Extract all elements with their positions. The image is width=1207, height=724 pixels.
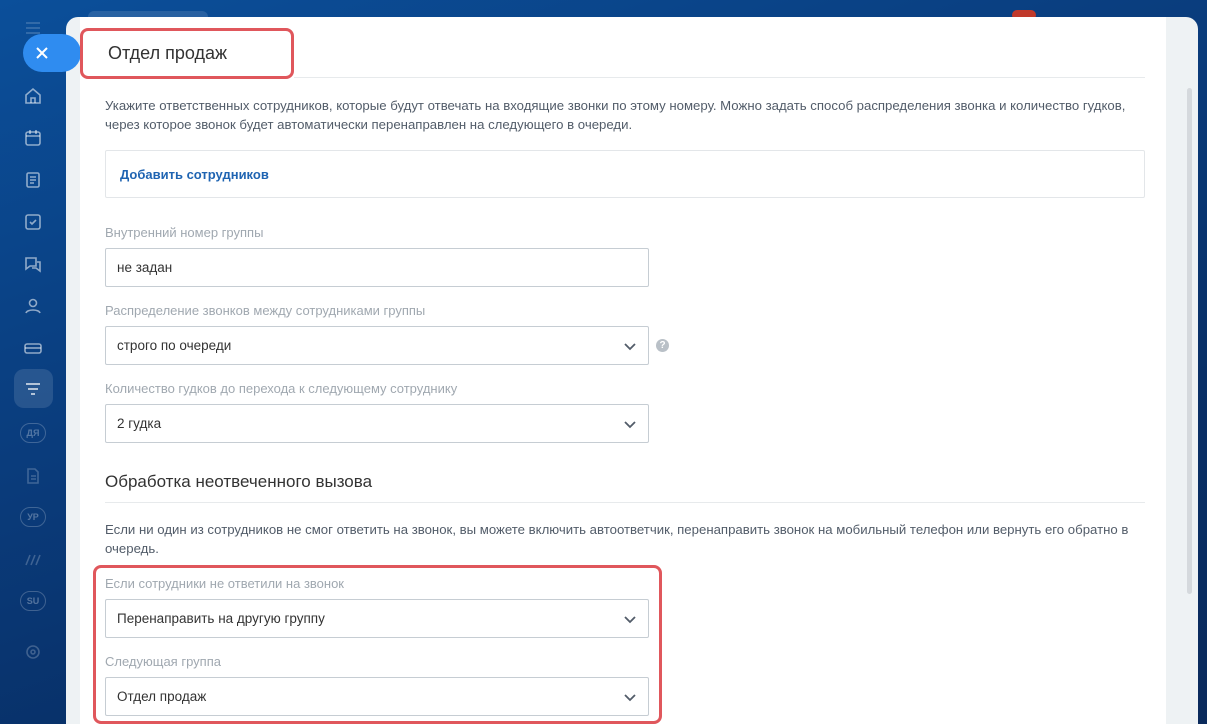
contacts-icon[interactable]: [22, 295, 44, 317]
chevron-down-icon: [623, 612, 637, 626]
crm-icon[interactable]: [22, 337, 44, 359]
section-divider: [105, 502, 1145, 503]
title-divider: [294, 77, 1145, 78]
unanswered-description: Если ни один из сотрудников не смог отве…: [105, 522, 1129, 556]
marketplace-icon[interactable]: [22, 549, 44, 571]
add-employees-box: Добавить сотрудников: [105, 150, 1145, 198]
chat-icon[interactable]: [22, 253, 44, 275]
task-check-icon[interactable]: [22, 211, 44, 233]
help-icon[interactable]: ?: [656, 339, 669, 352]
close-icon: [35, 46, 49, 60]
distribution-label: Распределение звонков между сотрудниками…: [105, 303, 426, 318]
rings-label: Количество гудков до перехода к следующе…: [105, 381, 458, 396]
close-panel-button[interactable]: [23, 34, 81, 72]
chevron-down-icon: [623, 690, 637, 704]
chevron-down-icon: [623, 417, 637, 431]
next-group-select[interactable]: Отдел продаж: [105, 677, 649, 716]
document-icon[interactable]: [22, 169, 44, 191]
rings-select[interactable]: 2 гудка: [105, 404, 649, 443]
no-answer-select[interactable]: Перенаправить на другую группу: [105, 599, 649, 638]
nav-badge-2[interactable]: УР: [20, 507, 46, 527]
chevron-down-icon: [623, 339, 637, 353]
nav-badge-1[interactable]: ДЯ: [20, 423, 46, 443]
unanswered-section-title: Обработка неотвеченного вызова: [105, 472, 373, 491]
internal-number-label: Внутренний номер группы: [105, 225, 264, 240]
page-title: Отдел продаж: [80, 28, 294, 79]
internal-number-value: не задан: [117, 260, 173, 275]
next-group-value: Отдел продаж: [117, 689, 207, 704]
home-icon[interactable]: [22, 85, 44, 107]
settings-icon[interactable]: [22, 641, 44, 663]
panel-scrollbar[interactable]: [1187, 88, 1192, 594]
add-employees-link[interactable]: Добавить сотрудников: [120, 167, 269, 182]
queue-description: Укажите ответственных сотрудников, котор…: [105, 98, 1126, 132]
calendar-icon[interactable]: [22, 127, 44, 149]
file-icon[interactable]: [22, 465, 44, 487]
nav-badge-3[interactable]: SU: [20, 591, 46, 611]
internal-number-input[interactable]: не задан: [105, 248, 649, 287]
no-answer-label: Если сотрудники не ответили на звонок: [105, 576, 344, 591]
distribution-value: строго по очереди: [117, 338, 232, 353]
rings-value: 2 гудка: [117, 416, 162, 431]
no-answer-value: Перенаправить на другую группу: [117, 611, 325, 626]
distribution-select[interactable]: строго по очереди: [105, 326, 649, 365]
telephony-filter-icon[interactable]: [22, 378, 44, 400]
left-navigation: ДЯ УР SU: [0, 0, 66, 724]
next-group-label: Следующая группа: [105, 654, 221, 669]
